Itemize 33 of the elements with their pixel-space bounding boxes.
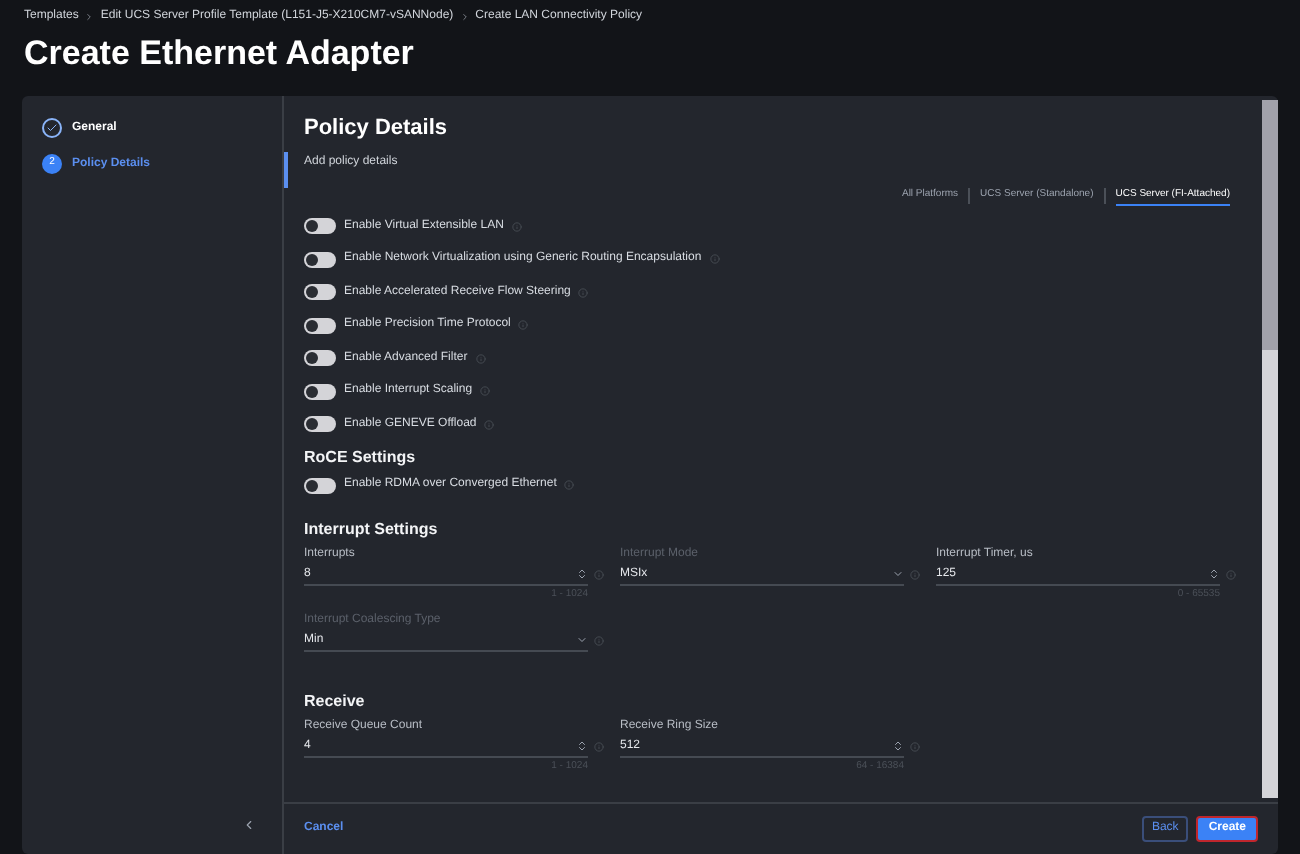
info-icon[interactable] [1226, 570, 1236, 580]
info-icon[interactable] [594, 742, 604, 752]
panel-heading: Policy Details [304, 114, 450, 144]
section-title: Receive [304, 690, 367, 714]
toggle-switch[interactable] [304, 317, 336, 334]
toggle-switch[interactable] [304, 350, 336, 367]
info-icon[interactable] [594, 570, 604, 580]
chevron-down-icon [576, 634, 588, 646]
info-icon[interactable] [910, 742, 920, 752]
section-title: Interrupt Settings [304, 518, 440, 542]
chevron-right-icon [459, 12, 470, 22]
info-icon[interactable] [709, 254, 720, 265]
toggle-switch[interactable] [304, 477, 336, 494]
info-icon[interactable] [518, 320, 529, 331]
toggle-switch[interactable] [304, 218, 336, 235]
toggle-switch[interactable] [304, 284, 336, 301]
info-icon[interactable] [511, 221, 522, 232]
info-icon[interactable] [594, 636, 604, 646]
info-icon[interactable] [564, 480, 575, 491]
info-icon[interactable] [475, 353, 486, 364]
chevron-down-icon [892, 568, 904, 580]
section-title: RoCE Settings [304, 445, 418, 469]
info-icon[interactable] [578, 287, 589, 298]
chevron-right-icon [84, 12, 95, 22]
toggle-switch[interactable] [304, 416, 336, 433]
collapse-icon[interactable] [242, 818, 256, 832]
info-icon[interactable] [910, 570, 920, 580]
info-icon[interactable] [484, 419, 495, 430]
page-title: Create Ethernet Adapter [22, 32, 416, 76]
toggle-switch[interactable] [304, 383, 336, 400]
toggle-switch[interactable] [304, 251, 336, 268]
scrollbar[interactable] [1262, 100, 1278, 798]
info-icon[interactable] [480, 386, 491, 397]
